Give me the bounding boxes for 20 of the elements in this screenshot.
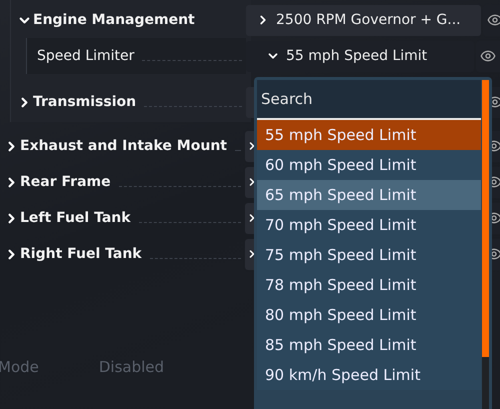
tree-item-label[interactable]: Left Fuel Tank <box>20 210 131 226</box>
dropdown-option[interactable]: 85 mph Speed Limit <box>257 330 481 360</box>
tree-item-label[interactable]: Speed Limiter <box>37 48 134 64</box>
tree-item-label[interactable]: Engine Management <box>33 12 195 28</box>
search-field[interactable]: Search <box>257 80 481 120</box>
setting-value: Disabled <box>98 358 164 376</box>
dropdown-option[interactable]: 80 mph Speed Limit <box>257 300 481 330</box>
value-dropdown[interactable]: 55 mph Speed Limit <box>246 40 474 72</box>
dropdown-option[interactable]: 75 mph Speed Limit <box>257 240 481 270</box>
tree-item-label[interactable]: Right Fuel Tank <box>20 246 142 262</box>
dropdown-option[interactable]: 70 mph Speed Limit <box>257 210 481 240</box>
value-dropdown[interactable]: 2500 RPM Governor + G... <box>246 4 481 36</box>
dropdown-option[interactable]: 90 km/h Speed Limit <box>257 360 481 390</box>
dropdown-option[interactable]: 55 mph Speed Limit <box>257 120 481 150</box>
tree-item-label[interactable]: Rear Frame <box>20 174 111 190</box>
tree-item-label[interactable]: Exhaust and Intake Mount <box>20 138 227 154</box>
dropdown-option[interactable]: 78 mph Speed Limit <box>257 270 481 300</box>
dropdown-option[interactable]: 60 mph Speed Limit <box>257 150 481 180</box>
dropdown-option[interactable]: 65 mph Speed Limit <box>257 180 481 210</box>
tree-item-label[interactable]: Transmission <box>33 94 136 110</box>
